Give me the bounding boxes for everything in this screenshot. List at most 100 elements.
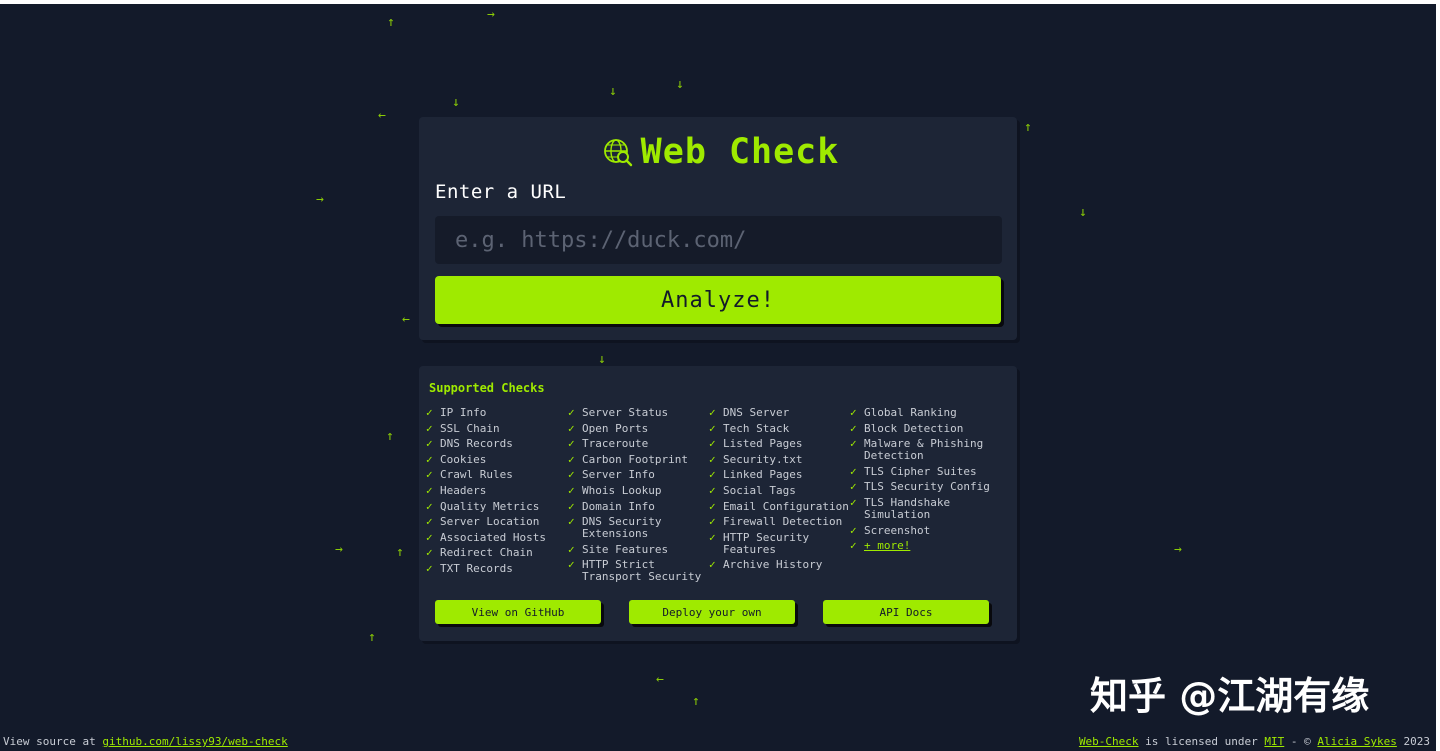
check-icon: ✓	[568, 542, 575, 556]
check-item: ✓ TXT Records	[426, 561, 568, 575]
background-arrow-icon: ↓	[452, 95, 460, 110]
check-item: ✓ Traceroute	[568, 438, 710, 450]
check-label: Social Tags	[723, 483, 796, 497]
background-arrow-icon: →	[1174, 542, 1182, 557]
check-label: Redirect Chain	[440, 546, 533, 560]
check-icon: ✓	[426, 437, 433, 451]
api-docs-button[interactable]: API Docs	[823, 600, 989, 624]
check-label: Headers	[440, 483, 487, 497]
check-icon: ✓	[850, 406, 857, 419]
check-label: TXT Records	[440, 561, 513, 575]
check-label: DNS Records	[440, 437, 513, 451]
footer: View source at github.com/lissy93/web-ch…	[0, 733, 1436, 751]
check-label: DNS Security Extensions	[582, 515, 662, 541]
check-icon: ✓	[426, 546, 433, 560]
check-item: ✓ TLS Handshake Simulation	[850, 495, 992, 521]
check-label: TLS Cipher Suites	[864, 464, 977, 478]
check-label: HTTP Strict Transport Security	[582, 558, 702, 584]
copyright-text: - ©	[1290, 735, 1311, 748]
check-item: ✓ Headers	[426, 483, 568, 497]
check-item: ✓ Linked Pages	[709, 469, 851, 481]
check-label: Archive History	[723, 558, 823, 572]
analyze-button[interactable]: Analyze!	[435, 276, 1001, 324]
check-label: Tech Stack	[723, 421, 790, 435]
check-icon: ✓	[850, 495, 857, 509]
check-label: Listed Pages	[723, 437, 803, 451]
check-icon: ✓	[568, 468, 575, 482]
check-item: ✓ Redirect Chain	[426, 547, 568, 559]
check-icon: ✓	[426, 483, 433, 497]
checks-column-3: ✓ DNS Server ✓ Tech Stack ✓ Listed Pages ✓ Secu…	[709, 407, 851, 575]
check-label: TLS Handshake Simulation	[864, 495, 951, 521]
check-label: Carbon Footprint	[582, 452, 688, 466]
background-arrow-icon: ↓	[676, 77, 684, 92]
background-arrow-icon: →	[316, 192, 324, 207]
check-icon: ✓	[568, 499, 575, 513]
view-on-github-button[interactable]: View on GitHub	[435, 600, 601, 624]
github-repo-link[interactable]: github.com/lissy93/web-check	[102, 735, 287, 748]
license-text: is licensed under	[1145, 735, 1258, 748]
check-icon: ✓	[426, 561, 433, 575]
check-label: Server Location	[440, 515, 540, 529]
check-icon: ✓	[709, 483, 716, 497]
check-icon: ✓	[709, 437, 716, 451]
background-arrow-icon: ↑	[387, 15, 395, 30]
check-label: Domain Info	[582, 499, 655, 513]
url-label: Enter a URL	[435, 181, 567, 203]
supported-checks-title: Supported Checks	[429, 381, 545, 395]
check-item: ✓ Social Tags	[709, 483, 851, 497]
background-arrow-icon: ↑	[368, 630, 376, 645]
check-item: ✓ Email Configuration	[709, 500, 851, 513]
check-icon: ✓	[850, 523, 857, 537]
check-item: ✓ Tech Stack	[709, 421, 851, 435]
background-arrow-icon: ↑	[692, 694, 700, 709]
check-label: Site Features	[582, 542, 669, 556]
check-icon: ✓	[850, 464, 857, 478]
check-item: ✓ DNS Server	[709, 407, 851, 419]
check-icon: ✓	[709, 468, 716, 482]
check-icon: ✓	[426, 499, 433, 513]
check-label: DNS Server	[723, 406, 790, 419]
check-icon: ✓	[568, 515, 575, 529]
check-item: ✓ DNS Security Extensions	[568, 516, 710, 540]
check-icon: ✓	[568, 421, 575, 435]
check-icon: ✓	[850, 421, 857, 435]
check-item: ✓ TLS Cipher Suites	[850, 464, 992, 478]
web-check-link[interactable]: Web-Check	[1079, 735, 1139, 748]
mit-license-link[interactable]: MIT	[1264, 735, 1284, 748]
check-label: Cookies	[440, 452, 487, 466]
check-item: ✓ IP Info	[426, 407, 568, 419]
check-icon: ✓	[426, 452, 433, 466]
background-arrow-icon: ↑	[396, 545, 404, 560]
check-label: HTTP Security Features	[723, 530, 810, 556]
check-item: ✓ Quality Metrics	[426, 499, 568, 513]
background-arrow-icon: ↑	[386, 429, 394, 444]
background-arrow-icon: ←	[656, 672, 664, 687]
check-item: ✓ SSL Chain	[426, 422, 568, 435]
more-checks-link[interactable]: + more!	[864, 540, 992, 552]
check-item: ✓ Screenshot	[850, 523, 992, 537]
check-label: Global Ranking	[864, 406, 957, 419]
check-label: TLS Security Config	[864, 480, 990, 494]
check-label: Screenshot	[864, 523, 931, 537]
check-label: Block Detection	[864, 421, 964, 435]
globe-search-icon	[603, 139, 632, 167]
app-title: Web Check	[640, 132, 840, 172]
deploy-your-own-button[interactable]: Deploy your own	[629, 600, 795, 624]
check-item: ✓ Server Info	[568, 469, 710, 481]
author-link[interactable]: Alicia Sykes	[1317, 735, 1396, 748]
check-label: IP Info	[440, 406, 487, 419]
check-item: ✓ Whois Lookup	[568, 484, 710, 497]
check-icon: ✓	[568, 437, 575, 451]
check-item: ✓ Global Ranking	[850, 407, 992, 419]
check-item: ✓ HTTP Security Features	[709, 530, 851, 556]
check-icon: ✓	[426, 468, 433, 482]
check-icon: ✓	[568, 452, 575, 466]
check-item: ✓ TLS Security Config	[850, 481, 992, 493]
check-icon: ✓	[709, 558, 716, 572]
check-icon: ✓	[426, 515, 433, 529]
check-icon: ✓	[850, 539, 857, 553]
url-input[interactable]	[435, 216, 1002, 264]
background-arrow-icon: ↓	[609, 84, 617, 99]
check-icon: ✓	[426, 406, 433, 419]
